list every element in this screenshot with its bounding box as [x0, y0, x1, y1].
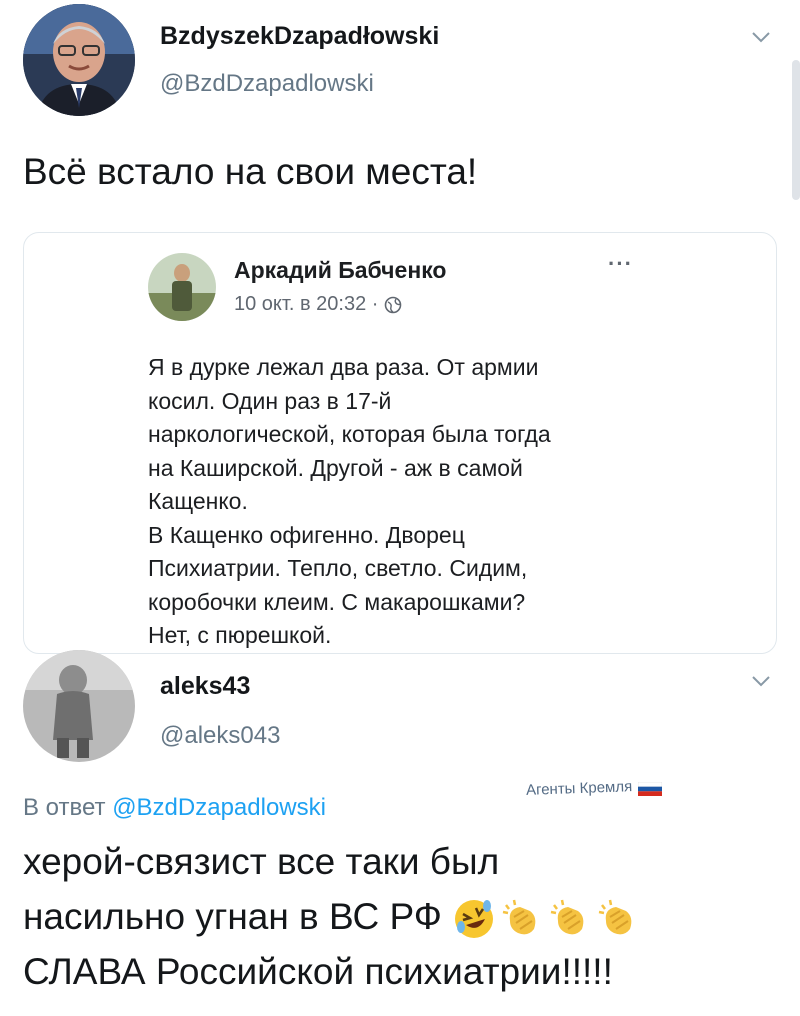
quoted-post-card[interactable]: Аркадий Бабченко 10 окт. в 20:32 · ··· Я… [23, 232, 777, 654]
fb-post-body: Я в дурке лежал два раза. От армии косил… [148, 351, 748, 653]
reply-line-1: херой-связист все таки был [23, 841, 500, 882]
rolling-laughing-emoji [455, 900, 494, 939]
watermark-text: Агенты Кремля [525, 778, 633, 799]
author-handle[interactable]: @BzdDzapadlowski [160, 70, 374, 98]
emoji-row [452, 897, 640, 941]
author-photo [23, 4, 135, 116]
fb-author-name[interactable]: Аркадий Бабченко [234, 257, 446, 284]
russia-flag-icon [638, 781, 663, 796]
reply-line-2: насильно угнан в ВС РФ [23, 889, 783, 944]
fb-post-line: В Кащенко офигенно. Дворец [148, 521, 465, 548]
reply-display-name[interactable]: aleks43 [160, 672, 250, 701]
globe-icon [385, 296, 402, 313]
fb-post-line: Нет, с пюрешкой. [148, 622, 332, 648]
fb-post-date: 10 окт. в 20:32 · [234, 293, 379, 315]
fb-author-avatar [148, 253, 216, 321]
reply-to-line: В ответ @BzdDzapadlowski [23, 794, 326, 822]
fb-post-line: косил. Один раз в 17-й [148, 387, 392, 414]
reply-handle[interactable]: @aleks043 [160, 722, 280, 750]
reply-to-prefix: В ответ [23, 794, 106, 821]
more-options-icon[interactable]: ··· [608, 251, 633, 277]
fb-post-meta: 10 окт. в 20:32 · [234, 293, 402, 316]
reply-line-3: СЛАВА Российской психиатрии!!!!! [23, 951, 613, 992]
fb-post-line: наркологической, которая была тогда [148, 421, 551, 447]
clapping-emoji [550, 899, 584, 935]
scrollbar[interactable] [792, 60, 800, 200]
clapping-emoji [598, 899, 632, 935]
fb-post-line: Я в дурке лежал два раза. От армии [148, 354, 539, 380]
chevron-down-icon[interactable] [750, 26, 772, 53]
fb-post-line: коробочки клеим. С макарошками? [148, 588, 526, 615]
reply-line-2-text: насильно угнан в ВС РФ [23, 896, 442, 937]
tweet-text: Всё встало на свои места! [23, 151, 478, 192]
author-avatar[interactable] [23, 4, 135, 116]
author-display-name[interactable]: BzdyszekDzapadłowski [160, 22, 439, 51]
clapping-emoji [502, 899, 536, 935]
watermark: Агенты Кремля [525, 778, 663, 799]
chevron-down-icon[interactable] [750, 670, 772, 697]
fb-post-line: на Каширской. Другой - аж в самой [148, 454, 523, 481]
fb-post-line: Кащенко. [148, 488, 248, 514]
fb-post-line: Психиатрии. Тепло, светло. Сидим, [148, 555, 528, 581]
reply-text: херой-связист все таки был насильно угна… [23, 834, 783, 999]
reply-author-avatar[interactable] [23, 650, 135, 762]
reply-to-handle-link[interactable]: @BzdDzapadlowski [112, 794, 326, 821]
reply-author-photo [23, 650, 135, 762]
